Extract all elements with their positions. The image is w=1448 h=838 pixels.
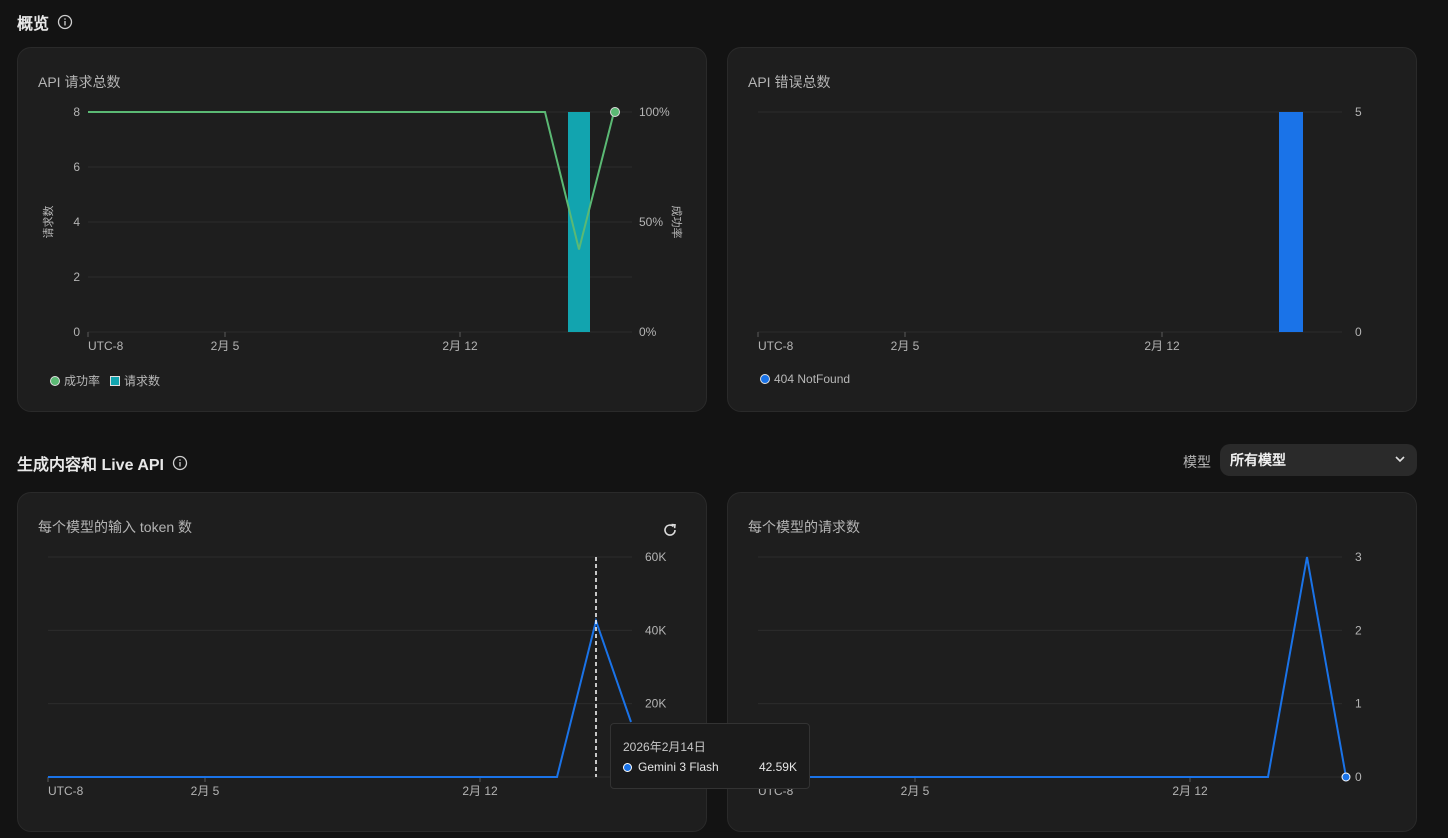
legend-swatch — [50, 375, 60, 386]
model-select[interactable]: 所有模型 — [1220, 444, 1417, 476]
card-title: 每个模型的输入 token 数 — [38, 519, 193, 535]
legend-item[interactable]: 成功率 — [50, 372, 100, 389]
y-tick-label: 3 — [1355, 550, 1362, 564]
chart-legend: 成功率 请求数 — [50, 372, 160, 389]
tooltip-series: Gemini 3 Flash — [638, 760, 719, 774]
y-tick-label: 2 — [1355, 623, 1362, 637]
model-requests-chart: 0123UTC-8 2月 5 2月 12 — [757, 550, 1362, 798]
x-tick-label: 2月 12 — [462, 784, 498, 798]
x-tick-label: 2月 5 — [901, 784, 930, 798]
tooltip-date: 2026年2月14日 — [623, 740, 706, 754]
model-select-value: 所有模型 — [1230, 452, 1286, 468]
x-tick-label: UTC-8 — [758, 339, 794, 353]
refresh-icon[interactable] — [660, 520, 680, 540]
legend-item[interactable]: 请求数 — [110, 372, 160, 389]
api-errors-chart: 0 5 UTC-8 2月 5 2月 12 — [757, 105, 1362, 353]
y2-tick-label: 50% — [639, 215, 663, 229]
y2-tick-label: 100% — [639, 105, 670, 119]
chevron-down-icon — [1393, 452, 1407, 469]
api-requests-chart: 0 2 4 6 8 0% 50% 100% 请求数 成功率 UTC-8 2月 5 2月 12 — [42, 105, 684, 353]
y-tick-label: 0 — [73, 325, 80, 339]
legend-swatch — [760, 374, 770, 384]
model-requests-card: 每个模型的请求数 0 1 2 3 UTC-8 2月 5 2月 12 — [727, 492, 1417, 832]
x-tick-label: UTC-8 — [48, 784, 84, 798]
x-tick-label: 2月 12 — [1144, 339, 1180, 353]
y-tick-label: 40K — [645, 623, 666, 637]
overview-title: 概览 — [17, 16, 50, 33]
y-tick-label: 6 — [73, 160, 80, 174]
y-tick-label: 0 — [1355, 325, 1362, 339]
y2-axis-label: 成功率 — [670, 206, 684, 239]
y2-tick-label: 0% — [639, 325, 657, 339]
series-line — [48, 617, 632, 778]
line-end-point — [610, 107, 620, 117]
y-tick-label: 1 — [1355, 697, 1362, 711]
tooltip-swatch — [623, 762, 632, 772]
legend-label: 成功率 — [64, 374, 101, 388]
y-tick-label: 4 — [73, 215, 80, 229]
api-errors-card: API 错误总数 0 5 UTC-8 2月 5 2月 12 404 NotFound — [727, 47, 1417, 412]
tooltip-row: Gemini 3 Flash 42.59K — [623, 760, 797, 774]
y-axis-label: 请求数 — [42, 206, 55, 239]
x-tick-label: 2月 5 — [891, 339, 920, 353]
model-filter-label: 模型 — [1183, 454, 1211, 470]
tooltip-value: 42.59K — [758, 760, 797, 774]
chart-tooltip: 2026年2月14日 Gemini 3 Flash 42.59K — [610, 723, 810, 789]
overview-title-row: 概览 — [17, 10, 73, 34]
x-tick-label: 2月 5 — [191, 784, 220, 798]
y-tick-label: 20K — [645, 697, 666, 711]
x-tick-label: UTC-8 — [88, 339, 124, 353]
y-tick-label: 60K — [645, 550, 666, 564]
generate-title-row: 生成内容和 Live API — [17, 451, 188, 475]
generate-title: 生成内容和 Live API — [17, 457, 164, 474]
legend-label: 请求数 — [124, 374, 161, 388]
info-icon[interactable] — [172, 455, 188, 471]
api-requests-card: API 请求总数 0 2 4 6 8 0% 50% 100% 请求数 成功率 UTC-8 2月 5 2月… — [17, 47, 707, 412]
x-tick-label: 2月 12 — [1172, 784, 1208, 798]
chart-legend: 404 NotFound — [760, 372, 850, 386]
card-title: API 请求总数 — [38, 74, 121, 90]
series-line — [88, 111, 615, 250]
y-tick-label: 5 — [1355, 105, 1362, 119]
input-tokens-card: 每个模型的输入 token 数 20K 40K 60K UTC-8 2月 5 2月 12 — [17, 492, 707, 832]
bar — [1279, 112, 1303, 332]
series-line — [758, 556, 1347, 778]
card-title: 每个模型的请求数 — [748, 519, 860, 535]
y-tick-label: 8 — [73, 105, 80, 119]
x-tick-label: 2月 5 — [211, 339, 240, 353]
legend-item[interactable]: 404 NotFound — [760, 372, 850, 386]
line-end-point — [1341, 772, 1351, 782]
info-icon[interactable] — [57, 14, 73, 30]
card-title: API 错误总数 — [748, 74, 831, 90]
legend-swatch — [110, 375, 121, 386]
x-tick-label: 2月 12 — [442, 339, 478, 353]
y-tick-label: 2 — [73, 270, 80, 284]
legend-label: 404 NotFound — [774, 372, 851, 386]
y-tick-label: 0 — [1355, 770, 1362, 784]
input-tokens-chart: 20K 40K 60K UTC-8 2月 5 2月 12 — [47, 550, 666, 798]
